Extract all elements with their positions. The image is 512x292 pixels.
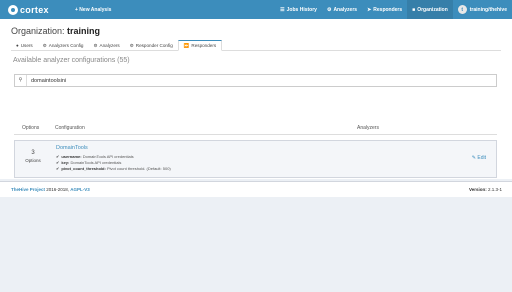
cogs-icon: ⚙ [93, 42, 98, 48]
gear-icon: ⚙ [42, 42, 47, 48]
analyzer-name[interactable]: DomainTools [56, 145, 88, 151]
footer-copyright: TheHive Project 2016-2018, AGPL-V3 [11, 187, 90, 192]
user-name: training/thehive [469, 6, 507, 13]
org-prefix: Organization: [11, 26, 65, 36]
forward-icon: ⏩ [183, 42, 190, 48]
user-avatar: t [457, 5, 467, 14]
config-item: ✔ username: DomainTools API credentials [56, 154, 134, 159]
new-analysis-button[interactable]: + New Analysis [70, 0, 116, 19]
user-icon: ● [16, 43, 19, 48]
version-value: 2.1.3-1 [486, 187, 502, 192]
main-content: Organization: training ● Users ⚙ Analyze… [0, 19, 512, 179]
nav-organization[interactable]: ■ Organization [407, 0, 453, 19]
header-configuration: Configuration [55, 125, 85, 131]
config-desc: DomainTools API credentials [70, 160, 122, 165]
brand-logo[interactable]: cortex [0, 0, 70, 19]
organization-icon: ■ [412, 6, 416, 13]
options-count: 3 [31, 150, 35, 156]
footer-years: 2016-2018, [45, 187, 71, 192]
config-desc: Pivot count threshold. (Default: 500) [106, 166, 171, 171]
config-key: key: [61, 160, 70, 165]
tab-responder-config[interactable]: ⚙ Responder Config [125, 40, 178, 51]
footer-license-link[interactable]: AGPL-V3 [70, 187, 90, 192]
nav-analyzers-label: Analyzers [333, 6, 358, 13]
tab-responders-label: Responders [191, 43, 217, 48]
org-tabs: ● Users ⚙ Analyzers Config ⚙ Analyzers ⚙… [11, 40, 501, 51]
version-label: Version: [468, 187, 487, 192]
footer-project-link[interactable]: TheHive Project [11, 187, 45, 192]
org-name: training [67, 26, 101, 36]
check-icon: ✔ [56, 154, 60, 159]
page-title: Organization: training [11, 26, 100, 36]
search-box: ⚲ [14, 74, 497, 87]
tab-users-label: Users [20, 43, 33, 48]
nav-jobs-history[interactable]: ☰ Jobs History [275, 0, 322, 19]
options-label: Options [25, 158, 41, 163]
tab-analyzers-config-label: Analyzers Config [48, 43, 84, 48]
tab-analyzers-config[interactable]: ⚙ Analyzers Config [38, 40, 89, 51]
brand-name: cortex [20, 4, 49, 15]
nav-responders-label: Responders [373, 6, 403, 13]
options-cell: 3 Options [15, 150, 51, 163]
section-title: Available analyzer configurations (55) [13, 57, 130, 64]
nav-organization-label: Organization [417, 6, 448, 13]
gear-icon: ⚙ [129, 42, 134, 48]
footer-version: Version: 2.1.3-1 [469, 187, 502, 192]
tab-analyzers[interactable]: ⚙ Analyzers [89, 40, 125, 51]
tab-users[interactable]: ● Users [11, 40, 38, 51]
tab-analyzers-label: Analyzers [99, 43, 120, 48]
check-icon: ✔ [56, 166, 60, 171]
config-key: username: [61, 154, 82, 159]
tab-responder-config-label: Responder Config [135, 43, 173, 48]
check-icon: ✔ [56, 160, 60, 165]
table-header: Options Configuration Analyzers [14, 122, 497, 135]
edit-button[interactable]: ✎ Edit [472, 155, 486, 161]
footer: TheHive Project 2016-2018, AGPL-V3 Versi… [0, 181, 512, 197]
nav-analyzers[interactable]: ⚙ Analyzers [322, 0, 362, 19]
analyzers-icon: ⚙ [326, 6, 332, 13]
config-item: ✔ key: DomainTools API credentials [56, 160, 121, 165]
header-analyzers: Analyzers [357, 125, 379, 131]
search-input[interactable] [27, 75, 487, 86]
nav-jobs-history-label: Jobs History [286, 6, 317, 13]
responders-icon: ➤ [367, 6, 372, 13]
top-navbar: cortex + New Analysis ☰ Jobs History ⚙ A… [0, 0, 512, 19]
nav-responders[interactable]: ➤ Responders [362, 0, 407, 19]
new-analysis-label: + New Analysis [75, 6, 112, 13]
history-icon: ☰ [280, 6, 285, 13]
edit-icon: ✎ [471, 155, 476, 161]
search-icon: ⚲ [15, 75, 27, 86]
config-item: ✔ pivot_count_threshold: Pivot count thre… [56, 166, 171, 171]
user-menu[interactable]: t training/thehive [453, 0, 512, 19]
header-options: Options [22, 125, 40, 131]
edit-label: Edit [477, 155, 486, 161]
cortex-logo-icon [8, 4, 18, 15]
config-key: pivot_count_threshold: [61, 166, 106, 171]
tab-responders[interactable]: ⏩ Responders [177, 40, 223, 51]
config-desc: DomainTools API credentials [82, 154, 134, 159]
table-row: 3 Options DomainTools ✔ username: DomainT… [14, 140, 497, 178]
